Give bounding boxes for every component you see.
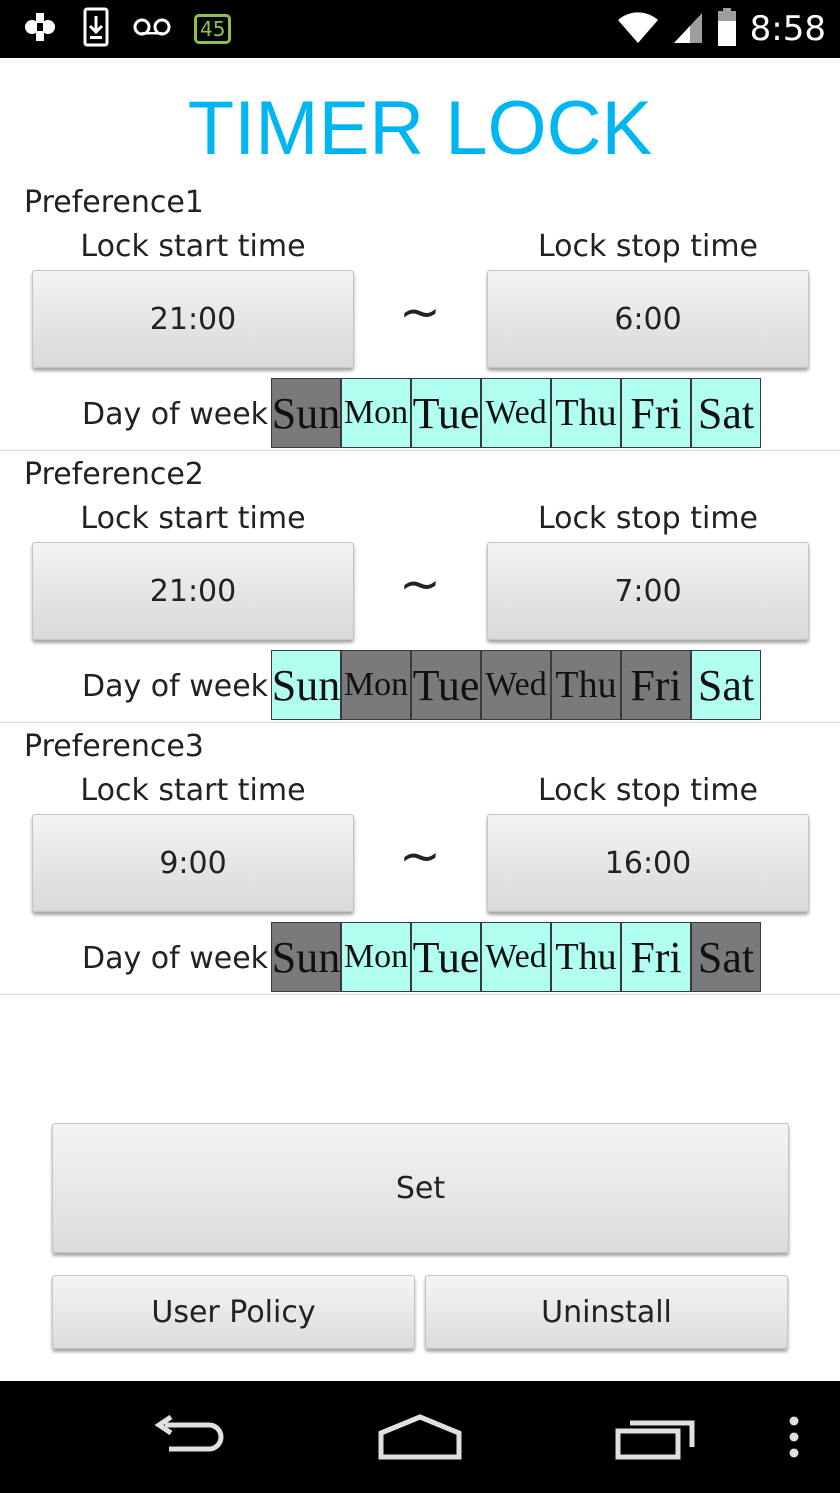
lock-start-label: Lock start time [80,773,306,808]
time-separator: ~ [399,555,441,613]
navigation-bar [0,1381,840,1493]
preference-2: Preference2 Lock start time Lock stop ti… [0,456,840,728]
day-toggle-mon[interactable]: Mon [341,922,411,992]
preference-1: Preference1 Lock start time Lock stop ti… [0,184,840,456]
day-toggle-thu[interactable]: Thu [551,922,621,992]
battery-icon [716,7,738,51]
set-button[interactable]: Set [52,1123,789,1253]
wifi-icon [616,10,660,48]
day-of-week-toggles: Sun Mon Tue Wed Thu Fri Sat [271,922,761,992]
uninstall-button[interactable]: Uninstall [425,1275,788,1349]
notification-icons: 45 [20,7,232,51]
time-separator: ~ [399,827,441,885]
day-toggle-tue[interactable]: Tue [411,650,481,720]
preference-3: Preference3 Lock start time Lock stop ti… [0,728,840,1000]
divider [0,450,840,451]
day-toggle-thu[interactable]: Thu [551,650,621,720]
usb-debug-icon [20,7,60,51]
lock-start-time-button[interactable]: 9:00 [32,814,354,912]
lock-stop-label: Lock stop time [537,229,759,264]
divider [0,722,840,723]
user-policy-button[interactable]: User Policy [52,1275,415,1349]
day-toggle-fri[interactable]: Fri [621,378,691,448]
lock-start-time-button[interactable]: 21:00 [32,270,354,368]
home-icon[interactable] [376,1411,464,1463]
battery-badge: 45 [194,14,232,44]
day-toggle-sun[interactable]: Sun [271,922,341,992]
day-toggle-fri[interactable]: Fri [621,650,691,720]
lock-stop-time-button[interactable]: 6:00 [487,270,809,368]
day-toggle-wed[interactable]: Wed [481,922,551,992]
voicemail-icon [132,15,172,43]
day-toggle-tue[interactable]: Tue [411,922,481,992]
day-toggle-sat[interactable]: Sat [691,922,761,992]
time-separator: ~ [399,283,441,341]
lock-stop-label: Lock stop time [537,773,759,808]
day-of-week-label: Day of week [82,669,269,704]
day-of-week-toggles: Sun Mon Tue Wed Thu Fri Sat [271,650,761,720]
day-toggle-mon[interactable]: Mon [341,650,411,720]
day-toggle-wed[interactable]: Wed [481,378,551,448]
preference-label: Preference3 [24,729,204,764]
app-title: TIMER LOCK [187,86,653,171]
preference-label: Preference2 [24,457,204,492]
system-icons: 8:58 [616,6,826,52]
day-of-week-label: Day of week [82,941,269,976]
recents-icon[interactable] [612,1411,698,1463]
day-toggle-sat[interactable]: Sat [691,378,761,448]
lock-start-label: Lock start time [80,501,306,536]
day-toggle-fri[interactable]: Fri [621,922,691,992]
status-time: 8:58 [749,9,826,49]
divider [0,994,840,995]
day-toggle-mon[interactable]: Mon [341,378,411,448]
lock-start-time-button[interactable]: 21:00 [32,542,354,640]
download-icon [82,7,110,51]
day-toggle-wed[interactable]: Wed [481,650,551,720]
day-toggle-tue[interactable]: Tue [411,378,481,448]
back-icon[interactable] [145,1411,229,1463]
day-of-week-label: Day of week [82,397,269,432]
day-toggle-sat[interactable]: Sat [691,650,761,720]
day-toggle-thu[interactable]: Thu [551,378,621,448]
day-toggle-sun[interactable]: Sun [271,650,341,720]
day-of-week-toggles: Sun Mon Tue Wed Thu Fri Sat [271,378,761,448]
lock-start-label: Lock start time [80,229,306,264]
day-toggle-sun[interactable]: Sun [271,378,341,448]
lock-stop-time-button[interactable]: 7:00 [487,542,809,640]
lock-stop-time-button[interactable]: 16:00 [487,814,809,912]
overflow-menu-icon[interactable] [780,1411,808,1463]
status-bar: 45 8:58 [0,0,840,58]
lock-stop-label: Lock stop time [537,501,759,536]
preference-label: Preference1 [24,185,204,220]
signal-icon [672,10,704,48]
